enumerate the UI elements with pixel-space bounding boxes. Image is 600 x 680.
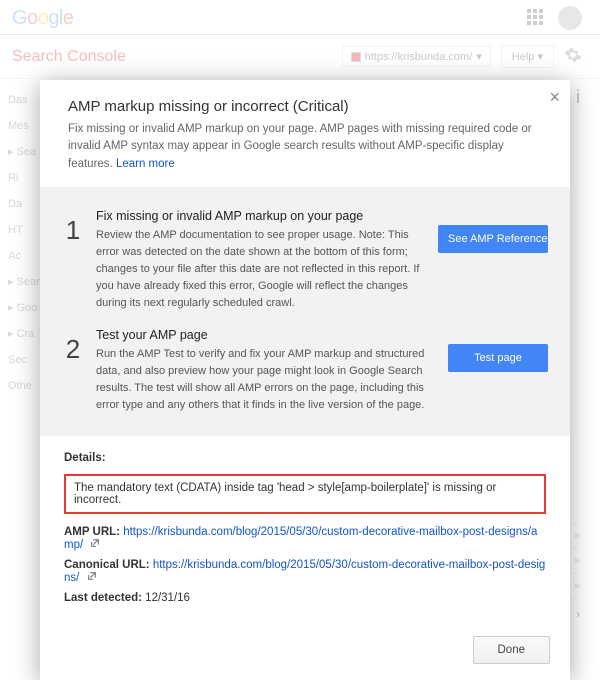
chevron-right-icon: »: [574, 530, 580, 542]
step-number: 1: [62, 209, 84, 246]
details-label: Details:: [64, 452, 546, 464]
step-body: Run the AMP Test to verify and fix your …: [96, 346, 426, 414]
step-body: Review the AMP documentation to see prop…: [96, 227, 426, 312]
google-logo: Google: [12, 7, 74, 30]
close-icon[interactable]: ×: [549, 88, 560, 106]
amp-url-row: AMP URL: https://krisbunda.com/blog/2015…: [64, 526, 546, 551]
last-detected-row: Last detected: 12/31/16: [64, 592, 546, 604]
property-url: https://krisbunda.com/: [365, 51, 473, 63]
help-label: Help: [512, 51, 535, 63]
chevron-right-icon: »: [574, 580, 580, 592]
external-link-icon: [87, 571, 97, 581]
amp-url-link[interactable]: https://krisbunda.com/blog/2015/05/30/cu…: [64, 526, 537, 551]
error-message: The mandatory text (CDATA) inside tag 'h…: [64, 474, 546, 514]
last-detected-label: Last detected:: [64, 592, 142, 604]
global-header: Google: [0, 0, 600, 35]
step-number: 2: [62, 328, 84, 365]
external-link-icon: [90, 538, 100, 548]
step-title: Test your AMP page: [96, 328, 426, 342]
canonical-url-row: Canonical URL: https://krisbunda.com/blo…: [64, 559, 546, 584]
chevron-right-icon: »: [574, 555, 580, 567]
avatar[interactable]: [558, 6, 582, 30]
see-amp-reference-button[interactable]: See AMP Reference: [438, 225, 548, 253]
step-2: 2 Test your AMP page Run the AMP Test to…: [62, 320, 548, 422]
product-header: Search Console https://krisbunda.com/ ▾ …: [0, 35, 600, 79]
test-page-button[interactable]: Test page: [448, 344, 548, 372]
modal-title: AMP markup missing or incorrect (Critica…: [68, 98, 542, 115]
modal-intro: Fix missing or invalid AMP markup on you…: [68, 121, 542, 173]
flag-icon: [351, 52, 361, 62]
step-1: 1 Fix missing or invalid AMP markup on y…: [62, 201, 548, 320]
product-title: Search Console: [12, 48, 126, 66]
chevron-down-icon: ▾: [476, 50, 482, 63]
amp-url-label: AMP URL:: [64, 526, 120, 538]
step-title: Fix missing or invalid AMP markup on you…: [96, 209, 426, 223]
error-detail-modal: × AMP markup missing or incorrect (Criti…: [40, 80, 570, 680]
help-button[interactable]: Help ▾: [501, 45, 554, 68]
gear-icon[interactable]: [564, 46, 582, 67]
property-selector[interactable]: https://krisbunda.com/ ▾: [342, 46, 491, 67]
last-detected-value: 12/31/16: [145, 592, 190, 604]
next-page-icon[interactable]: ›: [576, 609, 580, 621]
apps-icon[interactable]: [526, 8, 544, 29]
learn-more-link[interactable]: Learn more: [116, 158, 175, 170]
canonical-url-label: Canonical URL:: [64, 559, 150, 571]
done-button[interactable]: Done: [473, 636, 551, 664]
